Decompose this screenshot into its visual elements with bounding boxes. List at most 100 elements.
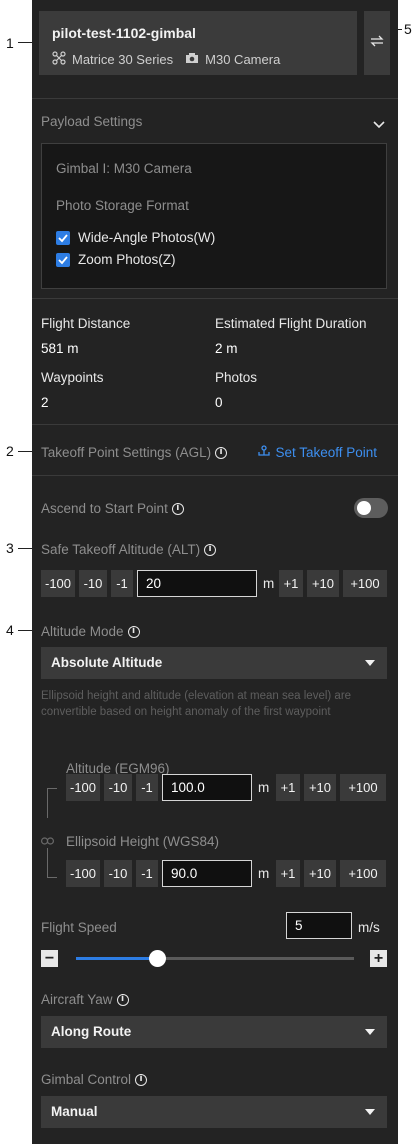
link-bracket [47, 788, 57, 818]
payload-settings-title: Payload Settings [41, 114, 143, 129]
caret-down-icon [365, 660, 375, 666]
safe-takeoff-input[interactable]: 20 [137, 570, 257, 597]
gimbal-control-label: Gimbal Control [41, 1072, 132, 1087]
plus-icon: + [373, 950, 384, 967]
aircraft-yaw-select[interactable]: Along Route [41, 1016, 387, 1048]
ellipsoid-label: Ellipsoid Height (WGS84) [66, 834, 220, 849]
info-icon[interactable]: i [127, 625, 140, 638]
minus-100-button[interactable]: -100 [66, 774, 100, 801]
wide-angle-label[interactable]: Wide-Angle Photos(W) [78, 230, 215, 245]
flight-duration-label: Estimated Flight Duration [215, 316, 367, 331]
callout-3: 3 [6, 540, 14, 556]
minus-1-button[interactable]: -1 [111, 570, 133, 597]
safe-takeoff-stepper: -100 -10 -1 20 m +1 +10 +100 [41, 570, 389, 597]
set-takeoff-point-label: Set Takeoff Point [275, 445, 378, 460]
drone-icon [52, 51, 66, 68]
altitude-egm-input[interactable]: 100.0 [162, 774, 252, 801]
divider [32, 98, 398, 99]
caret-down-icon [365, 1029, 375, 1035]
route-aircraft-info: Matrice 30 Series M30 Camera [52, 51, 280, 68]
wide-angle-checkbox[interactable] [56, 231, 70, 245]
info-icon[interactable]: i [135, 1073, 148, 1086]
plus-100-button[interactable]: +100 [340, 860, 386, 887]
payload-settings-box: Gimbal I: M30 Camera Photo Storage Forma… [41, 143, 387, 289]
plus-100-button[interactable]: +100 [340, 774, 386, 801]
chevron-up-icon[interactable] [373, 116, 385, 134]
minus-100-button[interactable]: -100 [66, 860, 100, 887]
info-icon[interactable]: i [215, 446, 228, 459]
plus-10-button[interactable]: +10 [304, 860, 336, 887]
caret-down-icon [365, 1109, 375, 1115]
camera-model: M30 Camera [205, 52, 281, 67]
altitude-mode-label: Altitude Mode [41, 624, 124, 639]
ellipsoid-unit: m [258, 866, 270, 881]
altitude-mode-help: Ellipsoid height and altitude (elevation… [41, 690, 352, 718]
info-icon[interactable]: i [204, 543, 217, 556]
swap-route-button[interactable] [364, 11, 390, 75]
photos-label: Photos [215, 370, 258, 385]
ellipsoid-stepper: -100 -10 -1 90.0 m +1 +10 +100 [66, 860, 388, 887]
callout-4: 4 [6, 622, 14, 638]
slider-fill [76, 957, 157, 960]
divider [32, 424, 398, 425]
minus-1-button[interactable]: -1 [136, 774, 158, 801]
ascend-toggle[interactable] [354, 498, 388, 518]
zoom-checkbox[interactable] [56, 253, 70, 267]
altitude-mode-value: Absolute Altitude [51, 655, 163, 670]
flight-distance-value: 581 m [41, 341, 79, 356]
aircraft-model: Matrice 30 Series [72, 52, 174, 67]
route-name: pilot-test-1102-gimbal [52, 25, 196, 41]
aircraft-yaw-label: Aircraft Yaw [41, 992, 113, 1007]
aircraft-yaw-row: Aircraft Yaw i [41, 991, 129, 1009]
safe-takeoff-unit: m [263, 576, 275, 591]
waypoint-route-settings-panel: pilot-test-1102-gimbal Matrice 30 Series… [32, 0, 398, 1144]
takeoff-settings-label: Takeoff Point Settings (AGL) [41, 445, 212, 460]
flight-distance-label: Flight Distance [41, 316, 131, 331]
zoom-label[interactable]: Zoom Photos(Z) [78, 252, 176, 267]
gimbal-control-row: Gimbal Control i [41, 1071, 148, 1089]
waypoints-label: Waypoints [41, 370, 104, 385]
minus-10-button[interactable]: -10 [104, 774, 132, 801]
info-icon[interactable]: i [116, 993, 129, 1006]
safe-takeoff-label: Safe Takeoff Altitude (ALT) [41, 542, 201, 557]
plus-100-button[interactable]: +100 [343, 570, 387, 597]
slider-knob[interactable] [148, 950, 166, 967]
altitude-mode-row: Altitude Mode i [41, 623, 140, 641]
altitude-egm-unit: m [258, 780, 270, 795]
photo-storage-label: Photo Storage Format [56, 198, 189, 213]
camera-icon [185, 52, 199, 67]
route-header-card[interactable]: pilot-test-1102-gimbal Matrice 30 Series… [39, 11, 357, 75]
takeoff-point-icon [257, 444, 275, 461]
flight-speed-input[interactable]: 5 [286, 912, 352, 939]
gimbal-control-select[interactable]: Manual [41, 1096, 387, 1128]
gimbal-control-value: Manual [51, 1104, 98, 1119]
minus-100-button[interactable]: -100 [41, 570, 75, 597]
plus-1-button[interactable]: +1 [276, 774, 300, 801]
info-icon[interactable]: i [171, 502, 184, 515]
callout-2: 2 [6, 443, 14, 459]
check-icon [58, 256, 68, 265]
set-takeoff-point-link[interactable]: Set Takeoff Point [257, 444, 377, 462]
photos-value: 0 [215, 395, 223, 410]
divider [32, 298, 398, 299]
plus-10-button[interactable]: +10 [304, 774, 336, 801]
safe-takeoff-row: Safe Takeoff Altitude (ALT) i [41, 541, 217, 559]
speed-increase-button[interactable]: + [370, 950, 387, 967]
plus-1-button[interactable]: +1 [276, 860, 300, 887]
minus-10-button[interactable]: -10 [104, 860, 132, 887]
aircraft-yaw-value: Along Route [51, 1024, 132, 1039]
altitude-mode-select[interactable]: Absolute Altitude [41, 647, 387, 679]
minus-icon: − [44, 950, 55, 967]
minus-10-button[interactable]: -10 [79, 570, 107, 597]
callout-1: 1 [6, 35, 14, 51]
takeoff-settings-row: Takeoff Point Settings (AGL) i [41, 444, 228, 462]
ascend-row: Ascend to Start Point i [41, 500, 184, 518]
flight-speed-slider[interactable] [76, 950, 354, 967]
plus-10-button[interactable]: +10 [307, 570, 339, 597]
minus-1-button[interactable]: -1 [136, 860, 158, 887]
link-bracket [47, 848, 57, 878]
speed-decrease-button[interactable]: − [41, 950, 58, 967]
ellipsoid-input[interactable]: 90.0 [162, 860, 252, 887]
plus-1-button[interactable]: +1 [279, 570, 303, 597]
flight-duration-value: 2 m [215, 341, 238, 356]
